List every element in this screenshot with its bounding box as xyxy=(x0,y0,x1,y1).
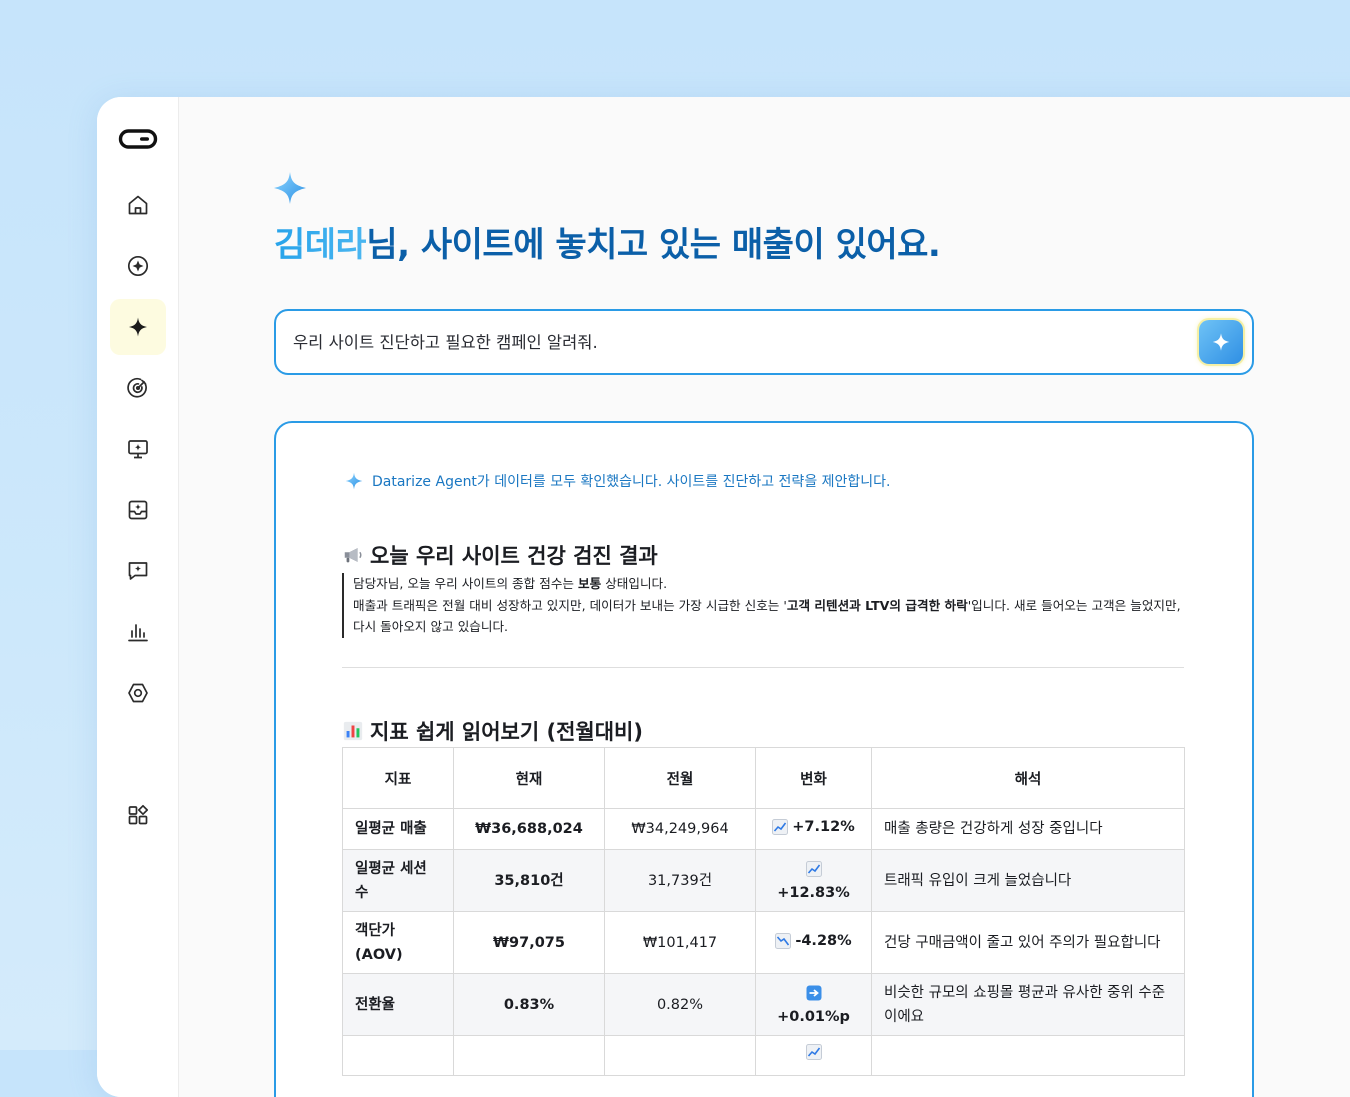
metric-current: 35,810건 xyxy=(453,849,605,912)
prompt-input-box[interactable]: 우리 사이트 진단하고 필요한 캠페인 알려줘. xyxy=(274,309,1254,375)
metric-name: 일평균 세션 수 xyxy=(342,849,454,912)
prompt-input[interactable]: 우리 사이트 진단하고 필요한 캠페인 알려줘. xyxy=(293,329,598,353)
table-header: 지표 xyxy=(342,747,454,809)
metric-name: 전환율 xyxy=(342,973,454,1036)
agent-status: Datarize Agent가 데이터를 모두 확인했습니다. 사이트를 진단하… xyxy=(344,471,891,491)
datarize-logo-icon[interactable] xyxy=(118,128,158,150)
sidebar-item-analytics[interactable] xyxy=(110,604,166,660)
table-header-row: 지표 현재 전월 변화 해석 xyxy=(342,747,1185,809)
table-row: 객단가 (AOV) ₩97,075 ₩101,417 -4.28% 건당 구매금… xyxy=(342,911,1185,974)
metric-previous: 0.82% xyxy=(604,973,756,1036)
metric-previous: ₩34,249,964 xyxy=(604,808,756,850)
sidebar-item-settings[interactable] xyxy=(110,665,166,721)
table-row: 일평균 매출 ₩36,688,024 ₩34,249,964 +7.12% 매출… xyxy=(342,808,1185,850)
metric-change: +12.83% xyxy=(755,849,872,912)
app-window: 김데라님, 사이트에 놓치고 있는 매출이 있어요. 우리 사이트 진단하고 필… xyxy=(97,97,1350,1097)
metric-change-value: -4.28% xyxy=(795,932,852,949)
sidebar-item-chat[interactable] xyxy=(110,543,166,599)
sidebar xyxy=(97,97,179,1097)
table-cell xyxy=(871,1035,1185,1076)
summary-quote: 담당자님, 오늘 우리 사이트의 종합 점수는 보통 상태입니다. 매출과 트래… xyxy=(342,573,1193,638)
table-header: 해석 xyxy=(871,747,1185,809)
table-cell xyxy=(604,1035,756,1076)
table-header: 변화 xyxy=(755,747,872,809)
divider xyxy=(342,667,1184,668)
send-button[interactable] xyxy=(1199,320,1243,364)
metric-current: ₩36,688,024 xyxy=(453,808,605,850)
metric-change: +0.01%p xyxy=(755,973,872,1036)
page-title: 김데라님, 사이트에 놓치고 있는 매출이 있어요. xyxy=(274,217,941,266)
metric-previous: 31,739건 xyxy=(604,849,756,912)
metric-change-value: +7.12% xyxy=(792,819,855,835)
sparkle-icon xyxy=(345,472,363,490)
summary-key-signal: 고객 리텐션과 LTV의 급격한 하락 xyxy=(786,597,968,613)
metrics-table: 지표 현재 전월 변화 해석 일평균 매출 ₩36,688,024 ₩34,24… xyxy=(342,747,1185,1076)
trend-down-icon xyxy=(775,932,792,949)
page-title-text: 님, 사이트에 놓치고 있는 매출이 있어요. xyxy=(366,225,941,265)
monitor-sparkle-icon xyxy=(128,440,148,459)
table-row: 일평균 세션 수 35,810건 31,739건 +12.83% 트래픽 유입이… xyxy=(342,849,1185,912)
table-header: 현재 xyxy=(453,747,605,809)
home-icon xyxy=(128,195,148,215)
summary-status: 보통 xyxy=(578,576,602,591)
sidebar-item-agent[interactable] xyxy=(110,299,166,355)
agent-result-card: Datarize Agent가 데이터를 모두 확인했습니다. 사이트를 진단하… xyxy=(274,421,1254,1097)
user-name: 김데라 xyxy=(274,225,367,265)
metric-change-value: +12.83% xyxy=(777,884,850,901)
table-row xyxy=(342,1035,1185,1076)
metric-change-value: +0.01%p xyxy=(777,1008,850,1025)
metric-current: ₩97,075 xyxy=(453,911,605,974)
agent-status-text: Datarize Agent가 데이터를 모두 확인했습니다. 사이트를 진단하… xyxy=(372,474,891,490)
bar-chart-icon xyxy=(128,624,148,642)
trend-up-icon xyxy=(805,860,822,877)
sparkle-icon xyxy=(129,317,147,337)
table-cell xyxy=(755,1035,872,1076)
sidebar-item-monitor[interactable] xyxy=(110,421,166,477)
metric-note: 건당 구매금액이 줄고 있어 주의가 필요합니다 xyxy=(871,911,1185,974)
metric-change: +7.12% xyxy=(755,808,872,850)
metric-note: 비슷한 규모의 쇼핑몰 평균과 유사한 중위 수준이에요 xyxy=(871,973,1185,1036)
target-icon xyxy=(127,377,147,398)
sidebar-item-explore[interactable] xyxy=(110,238,166,294)
sparkle-icon xyxy=(274,172,306,204)
bar-chart-emoji-icon xyxy=(343,722,363,741)
metric-previous: ₩101,417 xyxy=(604,911,756,974)
summary-text: 담당자님, 오늘 우리 사이트의 종합 점수는 xyxy=(353,576,578,591)
sidebar-item-apps[interactable] xyxy=(110,787,166,843)
sidebar-item-inbox[interactable] xyxy=(110,482,166,538)
hexagon-settings-icon xyxy=(128,683,148,703)
summary-text: 매출과 트래픽은 전월 대비 성장하고 있지만, 데이터가 보내는 가장 시급한… xyxy=(353,597,787,613)
metric-name: 객단가 (AOV) xyxy=(342,911,454,974)
metric-note: 매출 총량은 건강하게 성장 중입니다 xyxy=(871,808,1185,850)
compass-icon xyxy=(127,255,149,277)
metric-name: 일평균 매출 xyxy=(342,808,454,850)
table-row: 전환율 0.83% 0.82% +0.01%p 비슷한 규모의 쇼핑몰 평균과 … xyxy=(342,973,1185,1036)
sidebar-item-target[interactable] xyxy=(110,360,166,416)
sidebar-item-home[interactable] xyxy=(110,177,166,233)
sparkle-icon xyxy=(1212,333,1230,351)
section-title-metrics-text: 지표 쉽게 읽어보기 (전월대비) xyxy=(370,720,643,745)
megaphone-icon xyxy=(344,548,362,563)
inbox-sparkle-icon xyxy=(128,500,148,520)
trend-up-icon xyxy=(805,1043,822,1060)
apps-grid-icon xyxy=(128,804,149,825)
section-title-health-text: 오늘 우리 사이트 건강 검진 결과 xyxy=(370,544,658,569)
section-title-health: 오늘 우리 사이트 건강 검진 결과 xyxy=(342,540,658,570)
section-title-metrics: 지표 쉽게 읽어보기 (전월대비) xyxy=(342,716,643,746)
table-header: 전월 xyxy=(604,747,756,809)
summary-text: 상태입니다. xyxy=(601,576,668,591)
metric-change: -4.28% xyxy=(755,911,872,974)
arrow-right-icon xyxy=(806,985,821,1000)
metric-note: 트래픽 유입이 크게 늘었습니다 xyxy=(871,849,1185,912)
metric-current: 0.83% xyxy=(453,973,605,1036)
chat-sparkle-icon xyxy=(128,562,148,580)
trend-up-icon xyxy=(772,819,789,835)
main-content: 김데라님, 사이트에 놓치고 있는 매출이 있어요. 우리 사이트 진단하고 필… xyxy=(178,97,1350,1097)
table-cell xyxy=(453,1035,605,1076)
table-cell xyxy=(342,1035,454,1076)
